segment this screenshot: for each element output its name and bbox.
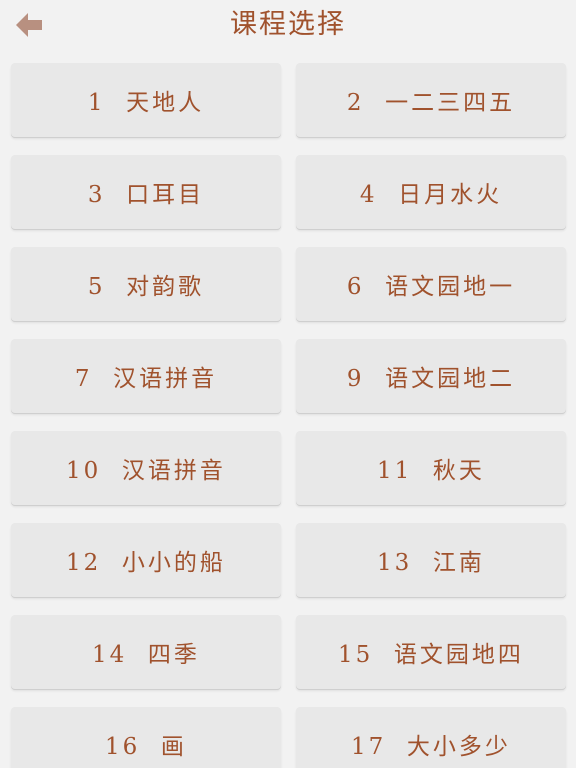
- lesson-label: 12 小小的船: [66, 550, 226, 576]
- lesson-label: 9 语文园地二: [346, 366, 516, 392]
- lesson-label: 2 一二三四五: [346, 90, 516, 116]
- lesson-button-16[interactable]: 16 画: [11, 707, 281, 768]
- lesson-button-10[interactable]: 10 汉语拼音: [11, 431, 281, 505]
- lesson-button-3[interactable]: 3 口耳目: [11, 155, 281, 229]
- lesson-button-6[interactable]: 6 语文园地一: [296, 247, 566, 321]
- lesson-label: 14 四季: [92, 642, 200, 668]
- lesson-grid: 1 天地人 2 一二三四五 3 口耳目 4 日月水火 5 对韵歌 6 语文园地一…: [11, 63, 566, 768]
- lesson-button-12[interactable]: 12 小小的船: [11, 523, 281, 597]
- lesson-label: 13 江南: [377, 550, 485, 576]
- lesson-label: 7 汉语拼音: [74, 366, 218, 392]
- lesson-label: 16 画: [105, 734, 187, 760]
- lesson-label: 6 语文园地一: [346, 274, 516, 300]
- lesson-button-17[interactable]: 17 大小多少: [296, 707, 566, 768]
- lesson-button-7[interactable]: 7 汉语拼音: [11, 339, 281, 413]
- lesson-button-11[interactable]: 11 秋天: [296, 431, 566, 505]
- lesson-button-2[interactable]: 2 一二三四五: [296, 63, 566, 137]
- lesson-button-14[interactable]: 14 四季: [11, 615, 281, 689]
- lesson-label: 10 汉语拼音: [66, 458, 226, 484]
- page-title: 课程选择: [230, 9, 346, 40]
- lesson-button-13[interactable]: 13 江南: [296, 523, 566, 597]
- lesson-select-screen: 课程选择 1 天地人 2 一二三四五 3 口耳目 4 日月水火 5 对韵歌 6 …: [0, 0, 576, 768]
- lesson-label: 1 天地人: [87, 90, 205, 116]
- lesson-button-1[interactable]: 1 天地人: [11, 63, 281, 137]
- header-bar: 课程选择: [0, 0, 576, 52]
- lesson-label: 5 对韵歌: [87, 274, 205, 300]
- lesson-label: 4 日月水火: [359, 182, 503, 208]
- lesson-button-4[interactable]: 4 日月水火: [296, 155, 566, 229]
- lesson-label: 15 语文园地四: [338, 642, 524, 668]
- lesson-button-15[interactable]: 15 语文园地四: [296, 615, 566, 689]
- lesson-label: 11 秋天: [377, 458, 485, 484]
- lesson-label: 3 口耳目: [87, 182, 205, 208]
- lesson-label: 17 大小多少: [351, 734, 511, 760]
- lesson-button-9[interactable]: 9 语文园地二: [296, 339, 566, 413]
- lesson-button-5[interactable]: 5 对韵歌: [11, 247, 281, 321]
